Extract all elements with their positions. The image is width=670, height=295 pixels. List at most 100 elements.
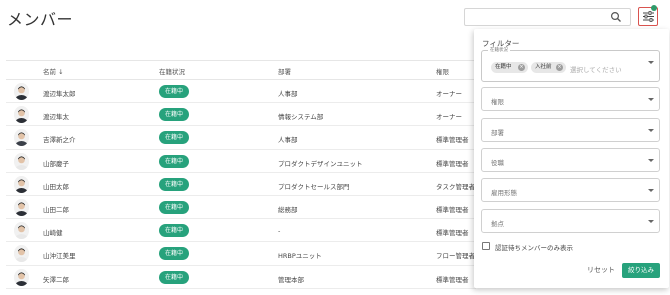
avatar <box>14 129 29 147</box>
member-role: オーナー <box>436 90 462 98</box>
avatar <box>14 175 29 193</box>
member-role: オーナー <box>436 113 462 122</box>
chevron-down-icon <box>648 159 654 162</box>
pending-only-checkbox[interactable] <box>482 242 490 250</box>
avatar <box>14 222 29 240</box>
status-badge: 在籍中 <box>159 177 190 191</box>
chip-label: 入社前 <box>535 64 552 70</box>
select-location[interactable]: 拠点 <box>481 209 660 233</box>
select-label: 部署 <box>491 129 504 137</box>
page-title: メンバー <box>7 10 74 29</box>
avatar-image <box>14 198 29 216</box>
member-name[interactable]: 山崎健 <box>43 227 63 237</box>
chip-label: 在籍中 <box>495 64 512 70</box>
member-dept: プロダクトデザインユニット <box>278 159 363 168</box>
column-header-dept[interactable]: 部署 <box>278 66 291 76</box>
avatar-image <box>14 106 29 124</box>
member-name[interactable]: 渡辺隼太郎 <box>43 88 76 98</box>
avatar <box>14 152 29 170</box>
pending-only-label[interactable]: 認証待ちメンバーのみ表示 <box>495 242 573 252</box>
filter-active-dot <box>651 5 657 11</box>
table-row[interactable]: 吉澤新之介 在籍中 人事部 標準管理者 <box>6 126 476 150</box>
apply-button[interactable]: 絞り込み <box>622 263 660 278</box>
avatar-image <box>14 222 29 240</box>
select-employment-type[interactable]: 雇用形態 <box>481 178 660 202</box>
member-name[interactable]: 山田太郎 <box>43 181 69 191</box>
member-name[interactable]: 渡辺隼太 <box>43 111 69 121</box>
member-dept: 管理本部 <box>278 275 304 284</box>
select-label: 雇用形態 <box>491 189 517 197</box>
member-dept: 人事部 <box>278 136 298 145</box>
avatar-image <box>14 152 29 170</box>
avatar <box>14 83 29 100</box>
status-badge: 在籍中 <box>159 131 190 145</box>
member-dept: - <box>278 227 281 236</box>
member-name[interactable]: 山部慶子 <box>43 158 69 168</box>
table-row[interactable]: 山田太郎 在籍中 プロダクトセールス部門 タスク管理者 <box>6 173 476 196</box>
status-placeholder: 選択してください <box>570 66 622 74</box>
column-header-status[interactable]: 在籍状況 <box>159 66 185 76</box>
chevron-down-icon <box>648 189 654 192</box>
status-badge: 在籍中 <box>159 247 190 261</box>
table-row[interactable]: 山田二郎 在籍中 総務部 標準管理者 <box>6 196 476 220</box>
member-dept: 情報システム部 <box>278 113 324 122</box>
avatar-image <box>14 83 29 100</box>
avatar <box>14 268 29 286</box>
select-role[interactable]: 権限 <box>481 87 660 111</box>
member-dept: プロダクトセールス部門 <box>278 182 350 191</box>
member-name[interactable]: 山田二郎 <box>43 204 69 214</box>
select-label: 役職 <box>491 159 504 167</box>
status-multiselect[interactable]: 在籍状況 在籍中 × 入社前 × 選択してください <box>481 47 660 82</box>
table-row[interactable]: 山崎健 在籍中 - 標準管理者 <box>6 219 476 243</box>
select-position[interactable]: 役職 <box>481 148 660 172</box>
member-dept: HRBPユニット <box>278 252 322 261</box>
status-badge: 在籍中 <box>159 224 190 238</box>
member-name[interactable]: 吉澤新之介 <box>43 134 76 144</box>
chevron-down-icon <box>648 98 654 101</box>
table-row[interactable]: 渡辺隼太郎 在籍中 人事部 オーナー <box>6 80 476 104</box>
column-header-name[interactable]: 名前 ↓ <box>43 66 64 76</box>
chevron-down-icon <box>648 61 654 64</box>
reset-button[interactable]: リセット <box>587 265 615 275</box>
status-chip: 入社前 × <box>531 62 566 73</box>
status-chip: 在籍中 × <box>491 62 528 73</box>
status-badge: 在籍中 <box>159 85 190 98</box>
chevron-down-icon <box>648 129 654 132</box>
status-legend: 在籍状況 <box>488 47 510 53</box>
avatar <box>14 245 29 263</box>
table-header: 名前 ↓ 在籍状況 部署 権限 <box>6 60 476 80</box>
search-icon[interactable] <box>610 11 622 23</box>
member-role: 標準管理者 <box>436 159 469 168</box>
filter-panel: フィルター 在籍状況 在籍中 × 入社前 × 選択してください 権限 部署 役職… <box>474 29 669 288</box>
select-dept[interactable]: 部署 <box>481 118 660 142</box>
member-role: 標準管理者 <box>436 229 469 238</box>
member-name[interactable]: 矢澤二郎 <box>43 274 69 284</box>
select-label: 拠点 <box>491 220 504 228</box>
avatar-image <box>14 245 29 263</box>
table-row[interactable]: 矢澤二郎 在籍中 管理本部 標準管理者 <box>6 266 476 289</box>
close-icon[interactable]: × <box>556 64 563 71</box>
avatar <box>14 106 29 124</box>
member-dept: 人事部 <box>278 90 298 98</box>
status-badge: 在籍中 <box>159 154 190 168</box>
status-badge: 在籍中 <box>159 108 190 122</box>
close-icon[interactable]: × <box>518 64 525 71</box>
avatar-image <box>14 268 29 286</box>
member-name[interactable]: 山沖江美里 <box>43 250 76 260</box>
member-role: フロー管理者 <box>436 252 475 261</box>
member-role: タスク管理者 <box>436 182 475 191</box>
status-badge: 在籍中 <box>159 200 190 214</box>
table-row[interactable]: 山部慶子 在籍中 プロダクトデザインユニット 標準管理者 <box>6 150 476 173</box>
search-box[interactable] <box>464 8 631 30</box>
status-badge: 在籍中 <box>159 270 190 284</box>
table-row[interactable]: 山沖江美里 在籍中 HRBPユニット フロー管理者 <box>6 242 476 266</box>
table-row[interactable]: 渡辺隼太 在籍中 情報システム部 オーナー <box>6 103 476 127</box>
avatar-image <box>14 129 29 147</box>
member-role: 標準管理者 <box>436 205 469 214</box>
member-table: 名前 ↓ 在籍状況 部署 権限 渡辺隼太郎 在籍中 人事部 オーナー 渡辺隼太 在籍中 情報… <box>6 60 476 289</box>
member-dept: 総務部 <box>278 205 298 214</box>
column-header-role[interactable]: 権限 <box>436 66 449 76</box>
search-input[interactable] <box>465 13 605 30</box>
avatar <box>14 198 29 216</box>
avatar-image <box>14 175 29 193</box>
